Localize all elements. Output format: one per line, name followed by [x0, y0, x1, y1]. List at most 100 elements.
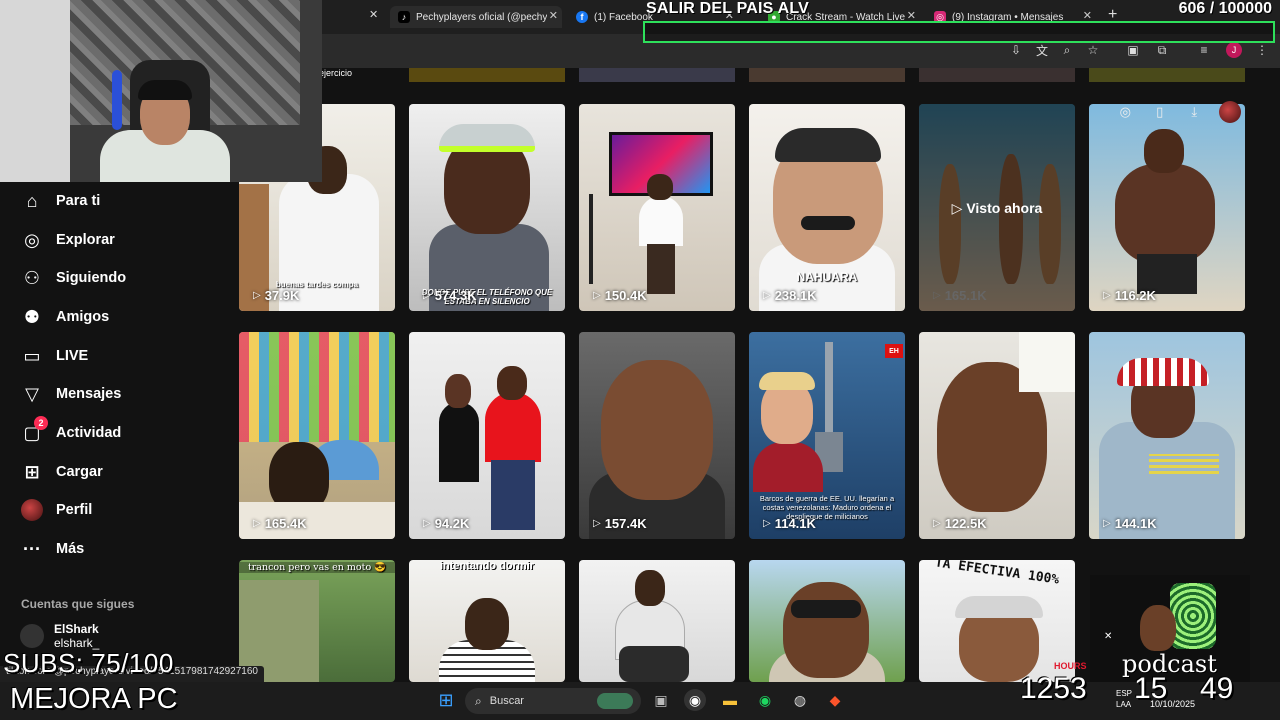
translate-icon[interactable]: 文: [1034, 42, 1050, 58]
task-view-icon[interactable]: ▣: [650, 689, 672, 711]
search-highlight-icon: [597, 693, 633, 709]
video-controls: ◎ ▯ ⤓: [1108, 98, 1248, 126]
video-card[interactable]: ▷ 94.2K: [409, 332, 565, 539]
compass-icon[interactable]: ◎: [1115, 102, 1135, 122]
profile-avatar-j[interactable]: J: [1226, 42, 1242, 58]
sidebar-item-mas[interactable]: ··· Más: [20, 535, 84, 563]
stream-goal-title: SALIR DEL PAIS ALV: [646, 0, 810, 17]
puzzle-icon[interactable]: ⧉: [1154, 42, 1170, 58]
zoom-icon[interactable]: ⌕: [1059, 42, 1075, 58]
video-card[interactable]: intentando dormir: [409, 560, 565, 682]
phone-icon[interactable]: ▯: [1150, 102, 1170, 122]
play-icon: ▷: [1103, 290, 1111, 301]
video-card[interactable]: [749, 560, 905, 682]
avatar: [21, 499, 43, 521]
bookmark-star-icon[interactable]: ☆: [1085, 42, 1101, 58]
card-caption: intentando dormir: [439, 560, 535, 572]
home-icon: ⌂: [26, 190, 38, 211]
video-card[interactable]: ▷ Visto ahora ▷ 165.1K: [919, 104, 1075, 311]
sidebar-item-amigos[interactable]: ⚉ Amigos: [20, 303, 109, 331]
chrome-icon[interactable]: ◉: [684, 689, 706, 711]
obs-icon[interactable]: ◍: [789, 689, 811, 711]
video-card[interactable]: ▷ 165.4K: [239, 332, 395, 539]
view-count: 37.9K: [264, 288, 300, 303]
inbox-icon: ▢ 2: [20, 416, 48, 445]
video-card[interactable]: EH Barcos de guerra de EE. UU. llegarían…: [749, 332, 905, 539]
video-card[interactable]: ▷ 116.2K: [1089, 104, 1245, 311]
webcam-overlay: [0, 0, 322, 182]
menu-kebab-icon[interactable]: ⋮: [1254, 42, 1270, 58]
close-tab-icon[interactable]: ✕: [549, 9, 558, 22]
spotify-icon[interactable]: ◉: [754, 689, 776, 711]
play-icon: ▷: [951, 200, 967, 216]
play-icon: ▷: [593, 290, 601, 301]
screen-root: { "browser": { "tabs": [ {"label": "Pech…: [0, 0, 1280, 720]
compass-icon: ◎: [24, 229, 40, 250]
search-icon: ⌕: [475, 693, 482, 708]
plus-square-icon: ⊞: [24, 461, 40, 482]
avatar: [20, 624, 44, 648]
view-count: 150.4K: [604, 288, 647, 303]
play-icon: ▷: [763, 518, 771, 529]
friends-icon: ⚉: [23, 306, 41, 327]
play-icon: ▷: [933, 290, 941, 301]
send-icon: ▽: [25, 383, 39, 404]
download-icon[interactable]: ⤓: [1184, 102, 1204, 122]
tiktok-sidebar: ⌂ Para ti ◎ Explorar ⚇ Siguiendo ⚉ Amigo…: [0, 182, 232, 682]
video-card[interactable]: [579, 560, 735, 682]
sidebar-item-explorar[interactable]: ◎ Explorar: [20, 226, 115, 254]
sidebar-item-siguiendo[interactable]: ⚇ Siguiendo: [20, 264, 126, 292]
view-count: 116.2K: [1114, 288, 1156, 303]
view-count: 165.4K: [264, 516, 307, 531]
play-icon: ▷: [423, 290, 431, 301]
brave-icon[interactable]: ◆: [824, 689, 846, 711]
avatar[interactable]: [1218, 101, 1241, 123]
tab-search-icon[interactable]: ≡: [1196, 42, 1212, 58]
windows-start-icon[interactable]: ⊞: [435, 689, 457, 711]
sidebar-item-mensajes[interactable]: ▽ Mensajes: [20, 380, 121, 408]
sidebar-item-cargar[interactable]: ⊞ Cargar: [20, 458, 102, 486]
live-tv-icon: ▭: [23, 345, 41, 366]
tab-tiktok[interactable]: ♪ Pechyplayers oficial (@pechy ✕: [390, 6, 562, 28]
video-card[interactable]: NAHUARA ▷ 238.1K: [749, 104, 905, 311]
notification-badge: 2: [34, 416, 48, 430]
close-tab-icon[interactable]: ✕: [369, 8, 378, 21]
more-icon: ···: [23, 538, 41, 559]
sidebar-item-actividad[interactable]: ▢ 2 Actividad: [20, 416, 121, 447]
card-caption: NAHUARA: [796, 270, 858, 284]
card-caption: trancon pero vas en moto 😎: [239, 562, 395, 573]
sidebar-item-perfil[interactable]: Perfil: [20, 496, 92, 524]
install-app-icon[interactable]: ⇩: [1008, 42, 1024, 58]
play-icon: ▷: [763, 290, 771, 301]
watched-label: ▷ Visto ahora: [951, 200, 1043, 216]
following-account[interactable]: ElShark elshark_: [20, 622, 99, 650]
view-count: 574.3K: [434, 288, 477, 303]
view-count: 94.2K: [434, 516, 470, 531]
card-caption: ejercicio: [319, 68, 353, 78]
goal-count: 606 / 100000: [1178, 0, 1272, 17]
video-card[interactable]: ▷ 144.1K: [1089, 332, 1245, 539]
video-card[interactable]: TA EFECTIVA 100%: [919, 560, 1075, 682]
extension-icon[interactable]: ▣: [1125, 42, 1141, 58]
video-card[interactable]: trancon pero vas en moto 😎: [239, 560, 395, 682]
tiktok-icon: ♪: [398, 11, 410, 23]
play-icon: ▷: [253, 518, 261, 529]
language-indicator[interactable]: ESP LAA: [1116, 688, 1132, 710]
taskbar-search[interactable]: ⌕ Buscar: [465, 688, 641, 714]
play-icon: ▷: [593, 518, 601, 529]
file-explorer-icon[interactable]: ▬: [719, 689, 741, 711]
play-icon: ▷: [423, 518, 431, 529]
video-card[interactable]: ▷ 150.4K: [579, 104, 735, 311]
sidebar-item-para-ti[interactable]: ⌂ Para ti: [20, 187, 101, 215]
sidebar-item-live[interactable]: ▭ LIVE: [20, 342, 88, 370]
play-icon: ▷: [933, 518, 941, 529]
video-card[interactable]: ▷ 157.4K: [579, 332, 735, 539]
video-card[interactable]: DONDE PUSE EL TELÉFONO QUE ESTABA EN SIL…: [409, 104, 565, 311]
video-card[interactable]: ▷ 122.5K: [919, 332, 1075, 539]
view-count: 238.1K: [774, 288, 817, 303]
channel-badge: EH: [885, 344, 903, 358]
card-caption: TA EFECTIVA 100%: [933, 560, 1061, 588]
view-count: 122.5K: [944, 516, 987, 531]
timer-minutes: 15: [1134, 672, 1168, 705]
subs-counter: SUBS: 75/100: [3, 648, 174, 678]
